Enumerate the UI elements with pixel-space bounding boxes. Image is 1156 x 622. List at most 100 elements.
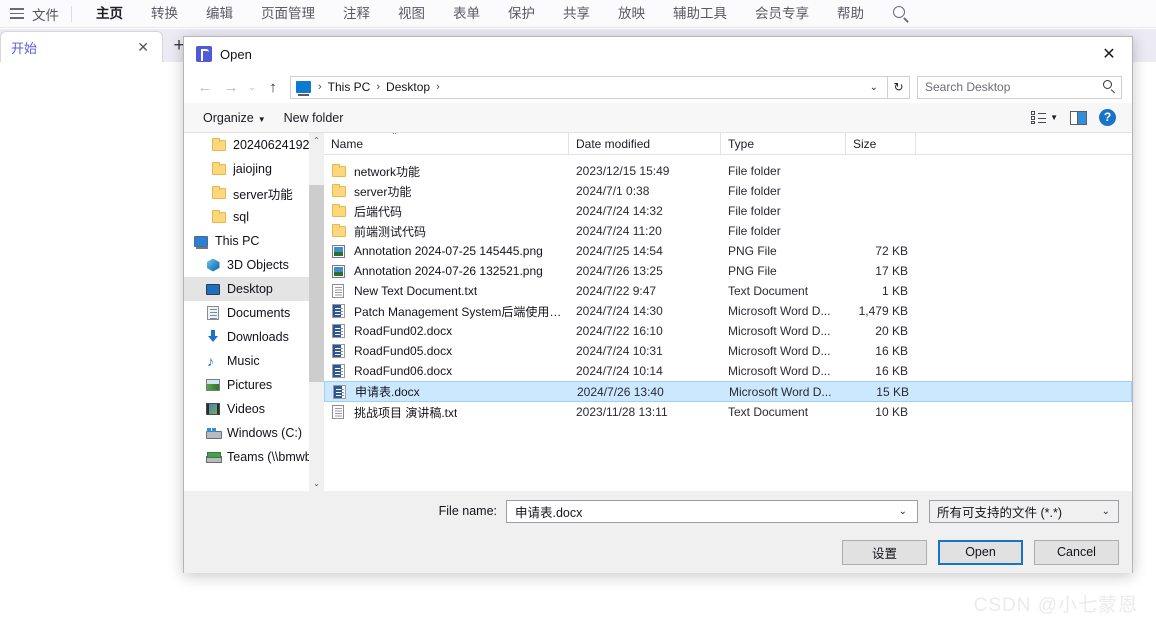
breadcrumb[interactable]: › This PC › Desktop › ⌄ xyxy=(290,75,888,99)
breadcrumb-item-desktop[interactable]: Desktop xyxy=(384,80,432,94)
new-folder-button[interactable]: New folder xyxy=(275,111,353,125)
preview-pane-button[interactable] xyxy=(1064,110,1093,125)
column-header-type[interactable]: Type xyxy=(721,133,846,154)
sidebar-item-downloads[interactable]: Downloads xyxy=(184,325,324,349)
folder-icon xyxy=(332,183,348,197)
help-icon: ? xyxy=(1099,109,1116,126)
organize-label: Organize xyxy=(203,110,254,125)
folder-icon xyxy=(210,209,228,223)
help-button[interactable]: ? xyxy=(1093,109,1122,126)
chevron-down-icon[interactable]: ⌄ xyxy=(866,82,884,93)
menu-item-share[interactable]: 共享 xyxy=(549,0,604,28)
menu-item-protect[interactable]: 保护 xyxy=(494,0,549,28)
sidebar-item-music[interactable]: ♪ Music xyxy=(184,349,324,373)
sidebar-item-teams-bmwbi[interactable]: Teams (\\bmwbi xyxy=(184,445,324,469)
sidebar-item-label: 3D Objects xyxy=(227,258,289,272)
scroll-up-icon[interactable]: ⌃ xyxy=(309,133,324,148)
file-list-rows: network功能 2023/12/15 15:49 File folder serv… xyxy=(324,155,1132,422)
pc-icon xyxy=(192,235,210,249)
png-icon xyxy=(332,264,348,278)
hamburger-icon[interactable] xyxy=(10,8,26,19)
menu-item-view[interactable]: 视图 xyxy=(384,0,439,28)
mus-icon: ♪ xyxy=(207,353,214,369)
file-date-cell: 2024/7/22 16:10 xyxy=(576,324,663,338)
organize-button[interactable]: Organize ▼ xyxy=(194,111,275,125)
document-tab-start[interactable]: 开始 ✕ xyxy=(0,31,163,62)
menu-item-page-manage[interactable]: 页面管理 xyxy=(247,0,329,28)
filename-field[interactable]: ⌄ xyxy=(506,499,918,523)
file-date-cell: 2024/7/24 14:32 xyxy=(576,204,663,218)
table-row[interactable]: 挑战项目 演讲稿.txt 2023/11/28 13:11 Text Documen… xyxy=(324,402,1132,422)
forward-icon[interactable]: → xyxy=(218,75,244,99)
refresh-icon[interactable]: ↻ xyxy=(888,75,910,99)
table-row[interactable]: Annotation 2024-07-25 145445.png 2024/7/2… xyxy=(324,241,1132,261)
file-type-filter[interactable]: 所有可支持的文件 (*.*) ⌄ xyxy=(929,499,1119,523)
sidebar-item-jaiojing[interactable]: jaiojing xyxy=(184,157,324,181)
table-row[interactable]: RoadFund05.docx 2024/7/24 10:31 Microsoft … xyxy=(324,341,1132,361)
sidebar-item-label: Pictures xyxy=(227,378,273,392)
back-icon[interactable]: ← xyxy=(192,75,218,99)
dialog-close-button[interactable]: ✕ xyxy=(1086,37,1132,71)
sidebar-item-pictures[interactable]: Pictures xyxy=(184,373,324,397)
sidebar-item-this-pc[interactable]: This PC xyxy=(184,229,324,253)
search-input[interactable] xyxy=(923,79,1102,95)
menu-item-home[interactable]: 主页 xyxy=(82,0,137,28)
column-header-date[interactable]: Date modified xyxy=(569,133,721,154)
cancel-button[interactable]: Cancel xyxy=(1034,539,1119,565)
file-type-cell: Microsoft Word D... xyxy=(728,344,831,358)
recent-locations-icon[interactable]: ⌄ xyxy=(244,75,260,99)
search-box[interactable] xyxy=(917,75,1122,99)
menu-item-member[interactable]: 会员专享 xyxy=(741,0,823,28)
menu-item-file[interactable]: 文件 xyxy=(32,4,59,24)
file-type-cell: File folder xyxy=(728,224,781,238)
sidebar-item-sql[interactable]: sql xyxy=(184,205,324,229)
sidebar-scrollbar[interactable]: ⌃ ⌄ xyxy=(309,133,324,491)
file-size-cell: 20 KB xyxy=(875,324,908,338)
sidebar-item-server[interactable]: server功能 xyxy=(184,181,324,205)
table-row[interactable]: 申请表.docx 2024/7/26 13:40 Microsoft Word D.… xyxy=(324,381,1132,402)
file-name-cell: Annotation 2024-07-25 145445.png xyxy=(324,244,569,258)
open-dialog: Open ✕ ← → ⌄ ↑ › This PC › Desktop › ⌄ ↻ xyxy=(183,36,1133,573)
open-button[interactable]: Open xyxy=(938,539,1023,565)
table-row[interactable]: network功能 2023/12/15 15:49 File folder xyxy=(324,161,1132,181)
table-row[interactable]: New Text Document.txt 2024/7/22 9:47 Text … xyxy=(324,281,1132,301)
table-row[interactable]: RoadFund06.docx 2024/7/24 10:14 Microsoft … xyxy=(324,361,1132,381)
file-type-cell: File folder xyxy=(728,204,781,218)
table-row[interactable]: 后端代码 2024/7/24 14:32 File folder xyxy=(324,201,1132,221)
menu-item-help[interactable]: 帮助 xyxy=(823,0,878,28)
dialog-footer: File name: ⌄ 所有可支持的文件 (*.*) ⌄ 设置 Open Ca… xyxy=(184,491,1132,573)
filename-input[interactable] xyxy=(513,503,893,519)
settings-button[interactable]: 设置 xyxy=(842,539,927,565)
table-row[interactable]: RoadFund02.docx 2024/7/22 16:10 Microsoft … xyxy=(324,321,1132,341)
file-type-cell: PNG File xyxy=(728,244,777,258)
scroll-down-icon[interactable]: ⌄ xyxy=(309,476,324,491)
chevron-down-icon[interactable]: ⌄ xyxy=(893,506,913,517)
table-row[interactable]: Patch Management System后端使用说... 2024/7/24… xyxy=(324,301,1132,321)
column-header-size[interactable]: Size xyxy=(846,133,916,154)
sidebar-item-20240624192136[interactable]: 20240624192136; xyxy=(184,133,324,157)
column-header-name[interactable]: Name ⌃ xyxy=(324,133,569,154)
menu-item-accessibility[interactable]: 辅助工具 xyxy=(659,0,741,28)
scrollbar-thumb[interactable] xyxy=(309,185,324,382)
table-row[interactable]: 前端测试代码 2024/7/24 11:20 File folder xyxy=(324,221,1132,241)
menu-item-comment[interactable]: 注释 xyxy=(329,0,384,28)
menu-item-convert[interactable]: 转换 xyxy=(137,0,192,28)
search-icon[interactable] xyxy=(892,5,910,23)
table-row[interactable]: Annotation 2024-07-26 132521.png 2024/7/2… xyxy=(324,261,1132,281)
breadcrumb-item-this-pc[interactable]: This PC xyxy=(326,80,373,94)
menu-item-edit[interactable]: 编辑 xyxy=(192,0,247,28)
sidebar-item-desktop[interactable]: Desktop xyxy=(184,277,324,301)
menu-item-form[interactable]: 表单 xyxy=(439,0,494,28)
doc-icon xyxy=(332,304,348,318)
sidebar-item-windows-c[interactable]: Windows (C:) xyxy=(184,421,324,445)
sidebar-item-3d-objects[interactable]: 3D Objects xyxy=(184,253,324,277)
view-options-button[interactable]: ▼ xyxy=(1025,111,1064,124)
close-icon[interactable]: ✕ xyxy=(134,38,152,56)
sidebar-item-documents[interactable]: Documents xyxy=(184,301,324,325)
menu-item-present[interactable]: 放映 xyxy=(604,0,659,28)
folder-icon xyxy=(332,203,348,217)
up-icon[interactable]: ↑ xyxy=(260,75,286,99)
sidebar-item-videos[interactable]: Videos xyxy=(184,397,324,421)
file-type-cell: Microsoft Word D... xyxy=(728,364,831,378)
table-row[interactable]: server功能 2024/7/1 0:38 File folder xyxy=(324,181,1132,201)
